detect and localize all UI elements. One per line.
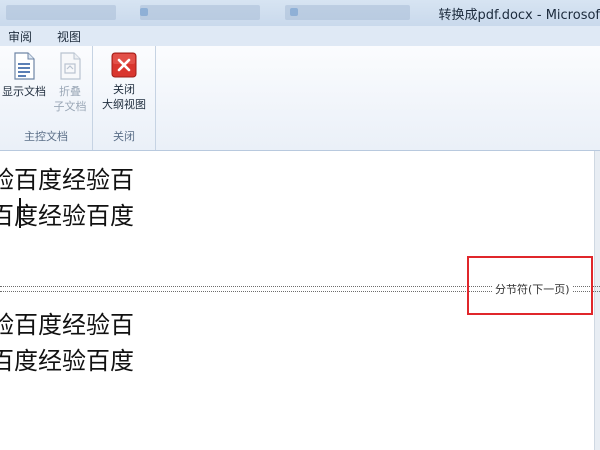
blurred-tab[interactable] [285, 5, 410, 20]
close-outline-view-button[interactable]: 关闭 大纲视图 [93, 52, 155, 112]
document-icon [140, 8, 148, 16]
group-label-close: 关闭 [113, 130, 135, 143]
document-line[interactable]: 百度经验百度 [0, 341, 134, 376]
tab-review[interactable]: 审阅 [8, 28, 32, 45]
close-outline-label-line2: 大纲视图 [102, 98, 146, 111]
highlight-annotation-box [467, 256, 593, 315]
close-icon [111, 52, 137, 78]
text-cursor [19, 198, 21, 228]
window-title: 转换成pdf.docx - Microsof [438, 8, 600, 23]
title-bar: 转换成pdf.docx - Microsof [0, 0, 600, 26]
document-icon [14, 52, 35, 80]
collapse-subdocuments-button[interactable]: 折叠 子文档 [50, 52, 90, 114]
close-outline-label-line1: 关闭 [113, 83, 135, 96]
document-line[interactable]: 验百度经验百 [0, 160, 134, 195]
ribbon-tab-bar: 审阅 视图 [0, 26, 600, 46]
vertical-scrollbar[interactable] [594, 151, 600, 450]
collapse-label-line2: 子文档 [53, 100, 87, 113]
group-label-master-document: 主控文档 [24, 130, 68, 143]
show-document-button[interactable]: 显示文档 [0, 52, 48, 99]
blurred-tab[interactable] [140, 5, 260, 20]
tab-view[interactable]: 视图 [57, 28, 81, 45]
ribbon-panel: 显示文档 折叠 子文档 主控文档 关闭 大纲视图 关闭 [0, 46, 600, 151]
document-line[interactable]: 验百度经验百 [0, 305, 134, 340]
collapse-label-line1: 折叠 [59, 85, 81, 98]
master-document-group: 显示文档 折叠 子文档 主控文档 [0, 46, 93, 150]
close-group: 关闭 大纲视图 关闭 [93, 46, 156, 150]
document-icon [290, 8, 298, 16]
collapse-document-icon [60, 52, 81, 80]
show-document-label: 显示文档 [2, 85, 46, 98]
blurred-tab[interactable] [6, 5, 116, 20]
